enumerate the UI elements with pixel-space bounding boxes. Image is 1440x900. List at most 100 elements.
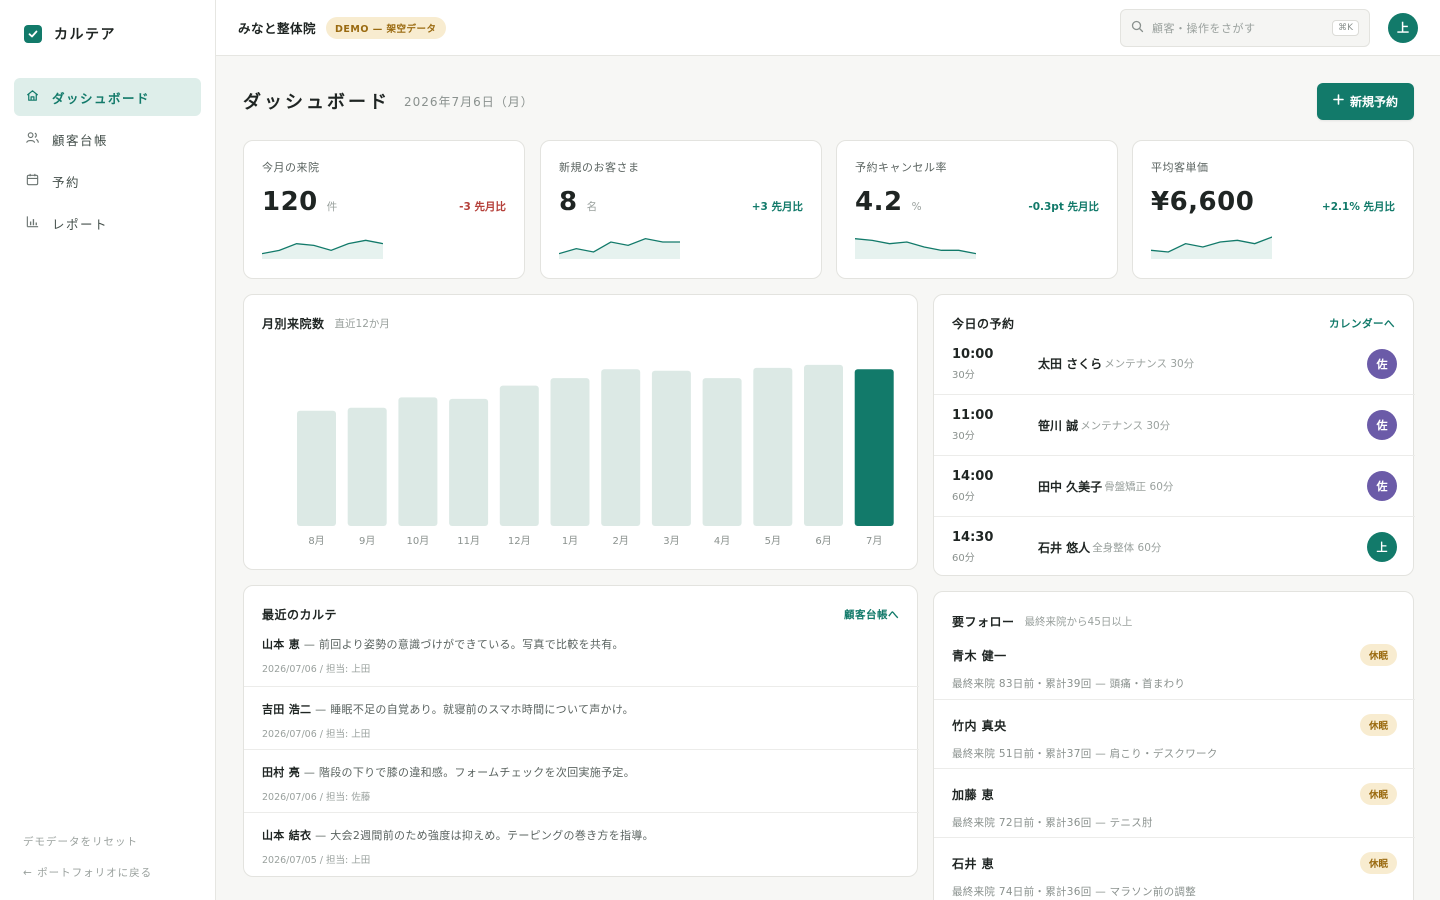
follow-up-title: 要フォロー: [952, 615, 1015, 629]
appointment-menu: メンテナンス 30分: [1080, 419, 1171, 432]
follow-up-item[interactable]: 加藤 恵 休眠 最終来院 72日前・累計36回 — テニス肘: [934, 768, 1415, 838]
sidebar-item-label: ダッシュボード: [52, 90, 151, 106]
sidebar-item-customers[interactable]: 顧客台帳: [14, 120, 201, 158]
appointment-customer: 石井 悠人: [1038, 540, 1091, 555]
plus-icon: [1333, 94, 1344, 108]
note-text: — 階段の下りで膝の違和感。フォームチェックを次回実施予定。: [300, 766, 635, 779]
appointment-customer: 太田 さくら: [1038, 357, 1103, 371]
sparkline: [855, 238, 976, 259]
chart-tick-label: 7月: [866, 535, 882, 547]
chart-bar: [297, 410, 336, 526]
users-icon: [25, 130, 40, 148]
chart-bar: [651, 370, 691, 526]
sidebar-item-reservations[interactable]: 予約: [14, 162, 201, 200]
note-item[interactable]: 山本 結衣 — 大会2週間前のため強度は抑えめ。テーピングの巻き方を指導。 20…: [244, 812, 919, 875]
note-text: — 前回より姿勢の意識づけができている。写真で比較を共有。: [300, 638, 624, 651]
sidebar: カルテア ダッシュボード 顧客台帳 予約 レポート デモデータをリセット ← ポ…: [0, 0, 216, 900]
follow-up-subtitle: 最終来院から45日以上: [1024, 616, 1133, 628]
note-item[interactable]: 山本 恵 — 前回より姿勢の意識づけができている。写真で比較を共有。 2026/…: [244, 628, 919, 691]
note-meta: 2026/07/06 / 担当: 上田: [262, 664, 371, 675]
sidebar-item-label: 予約: [52, 174, 81, 190]
appointment-menu: 骨盤矯正 60分: [1104, 480, 1174, 493]
appointment-time: 11:00: [952, 408, 994, 423]
new-reservation-label: 新規予約: [1349, 94, 1398, 109]
new-reservation-button[interactable]: 新規予約: [1316, 82, 1414, 120]
appointment-duration: 60分: [952, 553, 975, 564]
home-icon: [25, 88, 40, 106]
follow-up-item[interactable]: 青木 健一 休眠 最終来院 83日前・累計39回 — 頭痛・首まわり: [934, 630, 1415, 700]
customer-ledger-link[interactable]: 顧客台帳へ: [844, 607, 899, 622]
chart-tick-label: 9月: [359, 535, 375, 547]
calendar-icon: [25, 172, 40, 190]
follow-up-card: 要フォロー 最終来院から45日以上 青木 健一 休眠 最終来院 83日前・累計39…: [933, 591, 1415, 900]
clinic-name: みなと整体院: [238, 21, 317, 36]
page-date: 2026年7月6日（月）: [404, 94, 534, 109]
note-customer: 山本 結衣: [262, 829, 312, 842]
main-content: みなと整体院 DEMO — 架空データ 顧客・操作をさがす ⌘K 上 ダッシュボ…: [216, 0, 1440, 900]
note-item[interactable]: 吉田 浩二 — 睡眠不足の自覚あり。就寝前のスマホ時間について声かけ。 2026…: [244, 686, 919, 749]
appointment-duration: 30分: [952, 369, 975, 381]
sidebar-item-label: レポート: [52, 216, 109, 232]
note-meta: 2026/07/06 / 担当: 上田: [262, 729, 371, 740]
appointment-time: 14:00: [952, 469, 994, 484]
sidebar-item-reports[interactable]: レポート: [14, 204, 201, 242]
chart-tick-label: 3月: [663, 535, 679, 547]
appointment-row[interactable]: 10:00 30分 太田 さくら メンテナンス 30分 佐: [934, 333, 1415, 394]
kpi-delta: +3 先月比: [751, 201, 803, 213]
staff-avatar: 佐: [1367, 471, 1397, 501]
dormant-badge: 休眠: [1359, 783, 1397, 805]
monthly-bar-chart: 8月 9月 10月 11月 12月 1月 2月 3月 4月 5月 6月 7月: [297, 364, 894, 547]
chart-tick-label: 4月: [714, 535, 730, 547]
dormant-badge: 休眠: [1359, 852, 1397, 874]
chart-tick-label: 8月: [308, 535, 324, 547]
demo-badge: DEMO — 架空データ: [326, 16, 446, 39]
check-logo-icon: [24, 25, 42, 43]
staff-avatar: 上: [1367, 532, 1397, 562]
back-to-portfolio-link[interactable]: ← ポートフォリオに戻る: [23, 865, 152, 880]
sparkline: [1151, 236, 1272, 259]
search-placeholder: 顧客・操作をさがす: [1152, 21, 1256, 35]
appointment-menu: 全身整体 60分: [1092, 541, 1162, 554]
staff-avatar: 佐: [1367, 410, 1397, 440]
chart-bar: [449, 398, 489, 526]
appointment-row[interactable]: 14:30 60分 石井 悠人 全身整体 60分 上: [934, 516, 1415, 577]
kpi-value: ¥6,600: [1151, 187, 1255, 217]
kpi-label: 新規のお客さま: [559, 161, 640, 174]
follow-up-item[interactable]: 竹内 真央 休眠 最終来院 51日前・累計37回 — 肩こり・デスクワーク: [934, 699, 1415, 769]
kpi-card-new-customers: 新規のお客さま 8 名 +3 先月比: [540, 140, 822, 279]
user-avatar[interactable]: 上: [1388, 12, 1418, 43]
appointment-row[interactable]: 14:00 60分 田中 久美子 骨盤矯正 60分 佐: [934, 455, 1415, 516]
reset-demo-link[interactable]: デモデータをリセット: [23, 834, 152, 849]
chart-tick-label: 10月: [407, 535, 430, 547]
chart-bar: [601, 369, 641, 526]
search-input[interactable]: 顧客・操作をさがす ⌘K: [1120, 8, 1370, 47]
notes-title: 最近のカルテ: [262, 608, 338, 622]
kpi-value: 8: [559, 187, 578, 217]
note-customer: 吉田 浩二: [262, 703, 312, 716]
sparkline-area: [855, 238, 976, 259]
sidebar-item-label: 顧客台帳: [52, 132, 109, 148]
follow-up-customer: 石井 恵: [952, 856, 995, 871]
follow-up-item[interactable]: 石井 恵 休眠 最終来院 74日前・累計36回 — マラソン前の調整: [934, 837, 1415, 900]
sparkline: [559, 237, 680, 259]
kpi-card-cancel-rate: 予約キャンセル率 4.2 % -0.3pt 先月比: [836, 140, 1118, 279]
today-appointments-card: 今日の予約 カレンダーへ 10:00 30分 太田 さくら メンテナンス 30分 …: [933, 294, 1415, 577]
appointment-row[interactable]: 11:00 30分 笹川 誠 メンテナンス 30分 佐: [934, 394, 1415, 455]
note-item[interactable]: 田村 亮 — 階段の下りで膝の違和感。フォームチェックを次回実施予定。 2026…: [244, 749, 919, 812]
chart-tick-label: 1月: [562, 535, 578, 547]
sidebar-item-dashboard[interactable]: ダッシュボード: [14, 78, 201, 116]
sparkline-area: [1151, 237, 1272, 259]
kpi-label: 予約キャンセル率: [855, 161, 947, 174]
chart-bar: [398, 397, 438, 526]
kpi-label: 今月の来院: [262, 161, 320, 174]
note-meta: 2026/07/06 / 担当: 佐藤: [262, 792, 371, 803]
follow-up-customer: 竹内 真央: [952, 718, 1007, 733]
staff-avatar: 佐: [1367, 348, 1397, 379]
appointment-customer: 笹川 誠: [1038, 418, 1079, 433]
follow-up-meta: 最終来院 51日前・累計37回 — 肩こり・デスクワーク: [952, 748, 1218, 760]
chart-bar: [753, 367, 793, 526]
brand[interactable]: カルテア: [14, 0, 201, 68]
calendar-link[interactable]: カレンダーへ: [1329, 316, 1395, 331]
sidebar-nav: ダッシュボード 顧客台帳 予約 レポート: [14, 78, 201, 242]
dormant-badge: 休眠: [1359, 714, 1397, 736]
